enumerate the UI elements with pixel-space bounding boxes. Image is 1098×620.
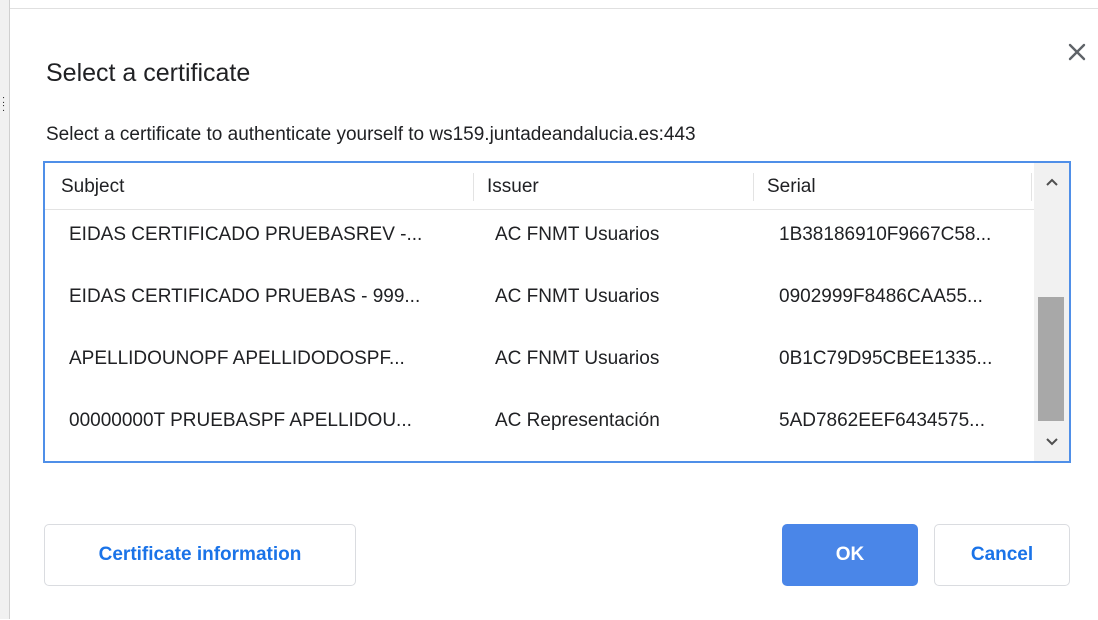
background-glyph: :: [2, 94, 6, 114]
table-row[interactable]: EIDAS CERTIFICADO PRUEBAS - 999... AC FN… [45, 272, 1035, 334]
cell-issuer: AC Representación [495, 410, 660, 431]
dialog-subtitle: Select a certificate to authenticate you… [46, 124, 696, 145]
table-header: Subject Issuer Serial [45, 163, 1035, 210]
certificate-dialog: Select a certificate Select a certificat… [10, 8, 1098, 620]
cell-subject: 00000000T PRUEBASPF APELLIDOU... [69, 410, 412, 431]
scrollbar-thumb[interactable] [1038, 297, 1064, 421]
column-header-issuer[interactable]: Issuer [487, 163, 539, 209]
scroll-down-button[interactable] [1034, 427, 1069, 457]
background-window-edge [0, 0, 10, 619]
table-body: EIDAS CERTIFICADO PRUEBASREV -... AC FNM… [45, 210, 1035, 458]
cell-serial: 0902999F8486CAA55... [779, 286, 983, 307]
chevron-down-icon [1045, 438, 1058, 446]
certificate-information-button[interactable]: Certificate information [44, 524, 356, 586]
cell-serial: 0B1C79D95CBEE1335... [779, 348, 993, 369]
table-row[interactable]: 00000000T PRUEBASPF APELLIDOU... AC Repr… [45, 396, 1035, 458]
cell-serial: 1B38186910F9667C58... [779, 224, 992, 245]
chevron-up-icon [1045, 178, 1058, 186]
close-icon [1068, 43, 1086, 61]
certificate-table[interactable]: Subject Issuer Serial EIDAS CERTIFICADO … [43, 161, 1071, 463]
cell-issuer: AC FNMT Usuarios [495, 224, 660, 245]
column-header-subject[interactable]: Subject [61, 163, 124, 209]
cell-subject: APELLIDOUNOPF APELLIDODOSPF... [69, 348, 405, 369]
cancel-button[interactable]: Cancel [934, 524, 1070, 586]
cell-issuer: AC FNMT Usuarios [495, 348, 660, 369]
column-header-serial[interactable]: Serial [767, 163, 816, 209]
vertical-scrollbar[interactable] [1034, 163, 1069, 461]
close-button[interactable] [1062, 35, 1092, 69]
cell-subject: EIDAS CERTIFICADO PRUEBASREV -... [69, 224, 423, 245]
column-separator[interactable] [753, 173, 754, 201]
table-row[interactable]: EIDAS CERTIFICADO PRUEBASREV -... AC FNM… [45, 210, 1035, 272]
ok-button[interactable]: OK [782, 524, 918, 586]
cell-subject: EIDAS CERTIFICADO PRUEBAS - 999... [69, 286, 421, 307]
column-separator[interactable] [1031, 173, 1032, 201]
column-separator[interactable] [473, 173, 474, 201]
cell-serial: 5AD7862EEF6434575... [779, 410, 985, 431]
table-row[interactable]: APELLIDOUNOPF APELLIDODOSPF... AC FNMT U… [45, 334, 1035, 396]
dialog-title: Select a certificate [46, 59, 251, 87]
cell-issuer: AC FNMT Usuarios [495, 286, 660, 307]
scroll-up-button[interactable] [1034, 167, 1069, 197]
